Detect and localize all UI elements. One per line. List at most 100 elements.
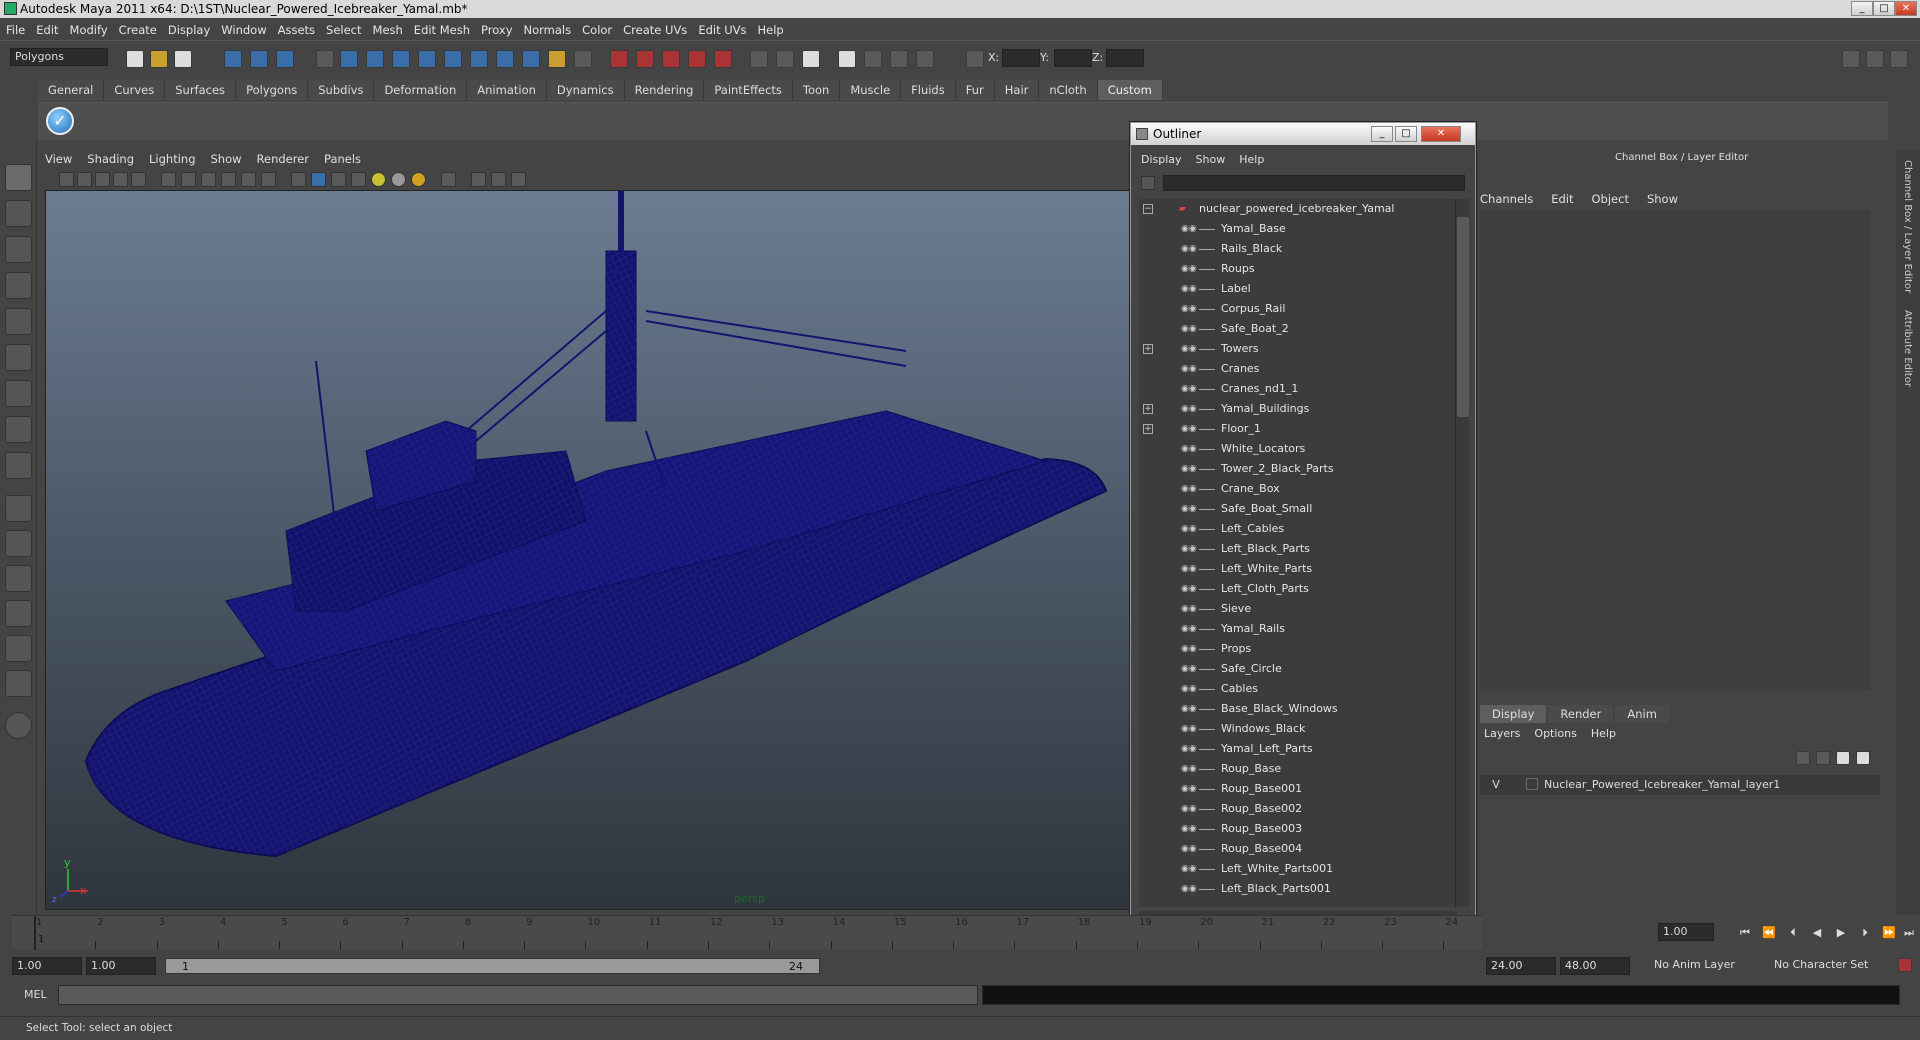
film-gate-icon[interactable]	[131, 172, 146, 187]
tab-painteffects[interactable]: PaintEffects	[704, 80, 793, 100]
outliner-minimize-button[interactable]: _	[1371, 126, 1393, 142]
toggle-tool-settings-icon[interactable]	[1866, 50, 1884, 68]
outliner-item[interactable]: ◉◉ Roup_Base002	[1139, 799, 1457, 819]
ol-menu-help[interactable]: Help	[1239, 153, 1264, 166]
display-icon[interactable]	[838, 50, 856, 68]
tab-curves[interactable]: Curves	[104, 80, 166, 100]
expand-icon[interactable]: +	[1143, 404, 1153, 414]
snap-point-icon[interactable]	[392, 50, 410, 68]
outliner-item[interactable]: ◉◉ Safe_Boat_2	[1139, 319, 1457, 339]
graph-layout-icon[interactable]	[5, 600, 32, 627]
layer-menu-layers[interactable]: Layers	[1484, 727, 1520, 740]
select-hierarchy-icon[interactable]	[224, 50, 242, 68]
outliner-maximize-button[interactable]: □	[1395, 126, 1417, 142]
outliner-item[interactable]: ◉◉ Roup_Base001	[1139, 779, 1457, 799]
four-pane-layout-icon[interactable]	[5, 530, 32, 557]
textured-icon[interactable]	[351, 172, 366, 187]
custom-layout-icon[interactable]	[5, 670, 32, 697]
menu-window[interactable]: Window	[221, 23, 266, 37]
outliner-item[interactable]: ◉◉ Left_Black_Parts	[1139, 539, 1457, 559]
filter-icon[interactable]	[1141, 176, 1155, 190]
lasso-tool-icon[interactable]	[5, 200, 32, 227]
output-ops-icon[interactable]	[776, 50, 794, 68]
isolate-select-icon[interactable]	[441, 172, 456, 187]
menu-display[interactable]: Display	[168, 23, 210, 37]
step-forward-frame-icon[interactable]: ⏵	[1858, 927, 1872, 939]
collapse-icon[interactable]: −	[1143, 204, 1153, 214]
outliner-layout-icon[interactable]	[5, 565, 32, 592]
outliner-titlebar[interactable]: Outliner _ □ ✕	[1131, 123, 1475, 145]
outliner-item[interactable]: ◉◉ Roup_Base	[1139, 759, 1457, 779]
layer-menu-help[interactable]: Help	[1591, 727, 1616, 740]
new-layer-selected-icon[interactable]	[1816, 751, 1830, 765]
vp-menu-lighting[interactable]: Lighting	[149, 152, 195, 166]
outliner-item[interactable]: ◉◉ Yamal_Rails	[1139, 619, 1457, 639]
xray-icon[interactable]	[471, 172, 486, 187]
layer-tab-render[interactable]: Render	[1548, 705, 1614, 723]
side-tab-attribute-editor[interactable]: Attribute Editor	[1902, 310, 1913, 387]
help-icon[interactable]	[522, 50, 540, 68]
wireframe-icon[interactable]	[291, 172, 306, 187]
hypergraph-layout-icon[interactable]	[5, 635, 32, 662]
tab-toon[interactable]: Toon	[792, 80, 841, 100]
tab-general[interactable]: General	[38, 80, 105, 100]
layer-color-swatch[interactable]	[1526, 778, 1538, 790]
absolute-transform-icon[interactable]	[966, 50, 984, 68]
layer-menu-options[interactable]: Options	[1534, 727, 1576, 740]
outliner-item[interactable]: ◉◉ Props	[1139, 639, 1457, 659]
quick-layout-icon[interactable]	[5, 712, 32, 739]
camera-attr-icon[interactable]	[77, 172, 92, 187]
go-to-end-icon[interactable]: ⏭	[1902, 927, 1916, 939]
expand-icon[interactable]: +	[1143, 424, 1153, 434]
move-tool-icon[interactable]	[5, 272, 32, 299]
tab-deformation[interactable]: Deformation	[374, 80, 468, 100]
safe-action-icon[interactable]	[241, 172, 256, 187]
scale-tool-icon[interactable]	[5, 344, 32, 371]
menu-create-uvs[interactable]: Create UVs	[623, 23, 687, 37]
outliner-item[interactable]: ◉◉ Roup_Base003	[1139, 819, 1457, 839]
field-chart-icon[interactable]	[221, 172, 236, 187]
auto-key-icon[interactable]	[1898, 958, 1912, 972]
outliner-item[interactable]: ◉◉ Windows_Black	[1139, 719, 1457, 739]
all-lights-icon[interactable]	[391, 172, 406, 187]
outliner-item[interactable]: ◉◉ Cranes	[1139, 359, 1457, 379]
paint-select-icon[interactable]	[5, 236, 32, 263]
ol-menu-display[interactable]: Display	[1141, 153, 1182, 166]
range-slider[interactable]: 1 24	[165, 958, 820, 974]
wireframe-on-shaded-icon[interactable]	[331, 172, 346, 187]
outliner-item[interactable]: ◉◉ Left_White_Parts001	[1139, 859, 1457, 879]
tab-custom[interactable]: Custom	[1097, 80, 1163, 100]
selection-icon[interactable]	[574, 50, 592, 68]
tab-muscle[interactable]: Muscle	[840, 80, 902, 100]
open-scene-icon[interactable]	[150, 50, 168, 68]
snap-plane-icon[interactable]	[418, 50, 436, 68]
tab-dynamics[interactable]: Dynamics	[546, 80, 625, 100]
channel-box-panel[interactable]	[1480, 210, 1870, 690]
safe-title-icon[interactable]	[261, 172, 276, 187]
layer-visibility-toggle[interactable]: V	[1488, 775, 1504, 795]
cb-menu-edit[interactable]: Edit	[1551, 192, 1573, 206]
soft-mod-icon[interactable]	[5, 416, 32, 443]
layer-tab-anim[interactable]: Anim	[1615, 705, 1669, 723]
play-backwards-icon[interactable]: ◀	[1810, 927, 1824, 939]
outliner-item[interactable]: ◉◉ Tower_2_Black_Parts	[1139, 459, 1457, 479]
hypershade-icon[interactable]	[688, 50, 706, 68]
menu-edit-uvs[interactable]: Edit UVs	[698, 23, 746, 37]
outliner-item[interactable]: ◉◉ Cranes_nd1_1	[1139, 379, 1457, 399]
step-back-frame-icon[interactable]: ⏴	[1786, 927, 1800, 939]
play-forwards-icon[interactable]: ▶	[1834, 927, 1848, 939]
camera-select-icon[interactable]	[59, 172, 74, 187]
menu-modify[interactable]: Modify	[70, 23, 108, 37]
outliner-item[interactable]: ◉◉ Rails_Black	[1139, 239, 1457, 259]
render-settings-icon[interactable]	[662, 50, 680, 68]
menu-color[interactable]: Color	[582, 23, 612, 37]
x-field[interactable]	[1002, 49, 1040, 67]
last-tool-icon[interactable]	[5, 452, 32, 479]
render-icon[interactable]	[610, 50, 628, 68]
snap-surface-icon[interactable]	[444, 50, 462, 68]
outliner-item[interactable]: ◉◉ Safe_Circle	[1139, 659, 1457, 679]
outliner-item[interactable]: + ◉◉ Towers	[1139, 339, 1457, 359]
cb-menu-channels[interactable]: Channels	[1480, 192, 1533, 206]
tab-animation[interactable]: Animation	[467, 80, 547, 100]
menu-edit[interactable]: Edit	[36, 23, 58, 37]
